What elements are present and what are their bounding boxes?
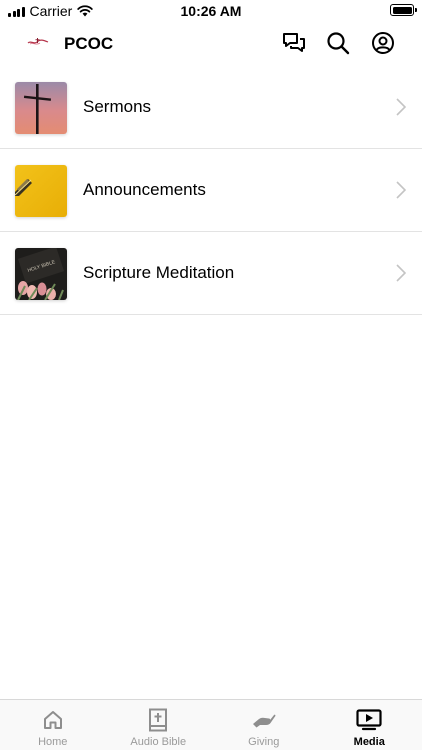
page-title: PCOC (64, 34, 114, 53)
app-header: PCOC (0, 22, 422, 66)
chat-button[interactable] (281, 30, 307, 56)
profile-icon (372, 32, 394, 54)
chevron-right-icon (396, 264, 406, 282)
search-button[interactable] (325, 30, 351, 56)
search-icon (327, 32, 350, 55)
church-logo-icon (27, 38, 49, 45)
status-bar: Carrier 10:26 AM (0, 0, 422, 22)
home-icon (40, 708, 66, 732)
chevron-right-icon (396, 181, 406, 199)
giving-hand-icon (251, 708, 277, 732)
list-item-label: Sermons (83, 97, 152, 116)
list-item-label: Announcements (83, 180, 206, 199)
media-list: Sermons Announcements HOLY BIBLE Scriptu… (0, 66, 422, 315)
chevron-right-icon (396, 98, 406, 116)
holy-bible-tulips-thumbnail: HOLY BIBLE (15, 248, 67, 300)
tab-label: Home (38, 736, 68, 748)
status-time: 10:26 AM (180, 3, 242, 19)
bible-icon (145, 708, 171, 732)
battery-icon (390, 4, 417, 16)
list-item-announcements[interactable]: Announcements (0, 149, 422, 232)
tab-media[interactable]: Media (317, 700, 422, 750)
profile-button[interactable] (370, 30, 396, 56)
yellow-pencil-thumbnail (15, 165, 67, 217)
tab-label: Audio Bible (130, 736, 187, 748)
list-item-label: Scripture Meditation (83, 263, 235, 282)
tab-label: Giving (248, 736, 280, 748)
tab-bar: Home Audio Bible Giving Media (0, 699, 422, 750)
list-item-scripture-meditation[interactable]: HOLY BIBLE Scripture Meditation (0, 232, 422, 315)
chat-bubbles-icon (283, 33, 305, 52)
cross-sunset-thumbnail (15, 82, 67, 134)
tab-audio-bible[interactable]: Audio Bible (106, 700, 212, 750)
tab-giving[interactable]: Giving (211, 700, 317, 750)
list-item-sermons[interactable]: Sermons (0, 66, 422, 149)
media-play-icon (356, 708, 382, 732)
app-screen: Carrier 10:26 AM PCOC Sermons Announceme… (0, 0, 422, 750)
tab-label: Media (353, 736, 385, 748)
tab-home[interactable]: Home (0, 700, 106, 750)
